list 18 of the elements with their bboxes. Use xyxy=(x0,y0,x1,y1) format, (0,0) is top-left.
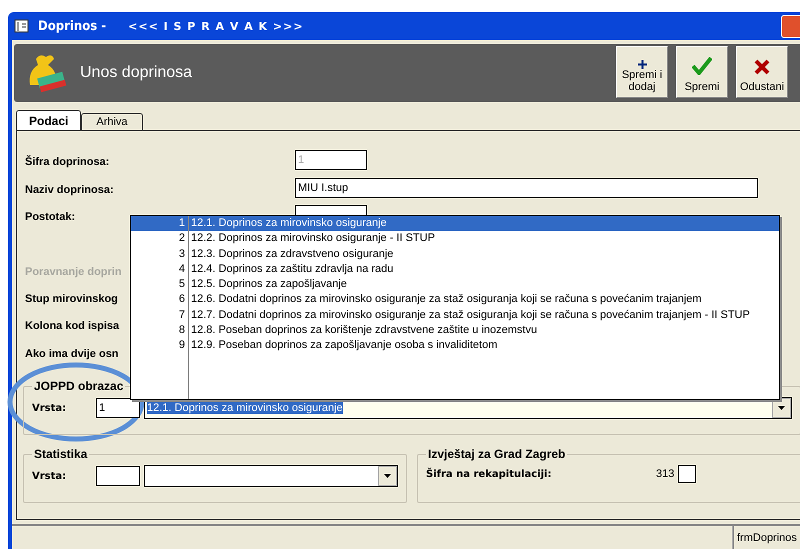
field-label: Kolona kod ispisa xyxy=(25,320,120,332)
field-label: Šifra doprinosa: xyxy=(25,156,110,168)
group-title: JOPPD obrazac xyxy=(33,379,124,393)
field-label: Ako ima dvije osn xyxy=(25,348,119,360)
window-title: Doprinos - xyxy=(38,18,106,34)
field-label: Šifra na rekapitulaciji: xyxy=(426,468,552,480)
code-label: 313 xyxy=(656,468,674,480)
group-title: Izvještaj za Grad Zagreb xyxy=(427,447,566,461)
status-text: frmDoprinos xyxy=(733,526,800,549)
header-title: Unos doprinosa xyxy=(80,64,192,82)
field-label: Poravnanje doprin xyxy=(25,266,122,278)
field-label: Vrsta: xyxy=(32,470,68,482)
field-label: Naziv doprinosa: xyxy=(25,184,114,196)
field-label: Postotak: xyxy=(25,211,76,223)
mode-label: <<< I S P R A V A K >>> xyxy=(128,20,304,32)
field-label: Stup mirovinskog xyxy=(25,293,118,305)
field-label: Vrsta: xyxy=(32,402,68,414)
group-title: Statistika xyxy=(33,447,88,461)
